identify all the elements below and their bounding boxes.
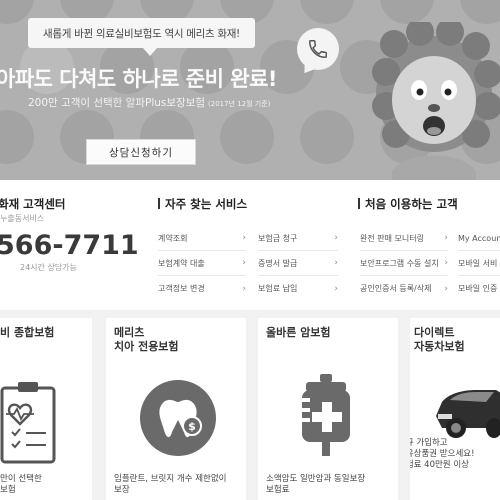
first-time-link[interactable]: 모바일 인증: [458, 276, 500, 301]
first-time-link[interactable]: 완전 판매 모니터링 ›: [360, 226, 448, 251]
first-time-link-label: 공인인증서 등록/삭제: [360, 284, 432, 293]
first-time-link[interactable]: My Account: [458, 226, 500, 251]
chevron-right-icon: ›: [334, 258, 338, 268]
faq-link-label: 보험계약 대출: [158, 258, 205, 268]
card-title-line: 다이렉트: [414, 326, 455, 339]
card-desc-line: 소액암도 일반암과 동일보장: [266, 474, 366, 484]
banner-subline-text: 200만 고객이 선택한 알파Plus보장보험: [28, 97, 206, 109]
phone-icon: [309, 40, 327, 58]
card-title-line: 치아 전용보험: [114, 340, 179, 353]
faq-link[interactable]: 보험료 납입 ›: [258, 276, 338, 301]
first-time-link-label: 모바일 인증: [458, 284, 498, 293]
faq-services-heading: 자주 찾는 서비스: [158, 196, 247, 212]
card-description: 만이 선택한 보험: [0, 474, 42, 496]
first-time-list-1: 완전 판매 모니터링 › 보안프로그램 수동 설치 › 공인인증서 등록/삭제 ›: [360, 226, 448, 301]
card-desc-line: 보장: [114, 485, 130, 495]
faq-link[interactable]: 계약조회 ›: [158, 226, 246, 251]
lion-mascot-illustration: [372, 22, 500, 180]
faq-link[interactable]: 고객정보 변경 ›: [158, 276, 246, 301]
card-title-line: 메리츠: [114, 326, 145, 339]
first-time-heading: 처음 이용하는 고객: [358, 196, 458, 212]
first-time-list-2: My Account 모바일 서비 모바일 인증: [458, 226, 500, 301]
card-desc-line: 주유상품권 받으세요!: [410, 449, 475, 459]
tooth-icon: $: [140, 380, 216, 456]
faq-link[interactable]: 증명서 발급 ›: [258, 251, 338, 276]
product-card-medical[interactable]: 비 종합보험 만이 선택한 보험: [0, 318, 92, 500]
chevron-right-icon: ›: [334, 283, 338, 294]
faq-services-list-1: 계약조회 › 보험계약 대출 › 고객정보 변경 ›: [158, 226, 246, 301]
customer-center-title: 화재 고객센터: [0, 197, 66, 211]
card-title: 메리츠 치아 전용보험: [114, 326, 179, 354]
customer-center-phone[interactable]: 566-7711: [0, 230, 139, 261]
page: 새롭게 바뀐 의료실비보험도 역시 메리츠 화재! 아파도 다쳐도 하나로 준비…: [0, 0, 500, 500]
card-desc-line: 신규 가입하고: [410, 438, 448, 448]
svg-text:$: $: [188, 420, 196, 433]
faq-link[interactable]: 보험금 청구 ›: [258, 226, 338, 251]
card-title-line: 올바른 암보험: [266, 326, 331, 339]
card-title-line: 자동차보험: [414, 340, 465, 353]
consult-request-button[interactable]: 상담신청하기: [86, 139, 196, 165]
first-time-link[interactable]: 보안프로그램 수동 설치 ›: [360, 251, 448, 276]
hero-banner: 새롭게 바뀐 의료실비보험도 역시 메리츠 화재! 아파도 다쳐도 하나로 준비…: [0, 0, 500, 180]
customer-center-hours: 24시간 상담가능: [20, 263, 77, 272]
banner-subline-note: (2017년 12월 기준): [208, 100, 271, 108]
first-time-link-label: 완전 판매 모니터링: [360, 233, 424, 243]
promo-speech-bubble: 새롭게 바뀐 의료실비보험도 역시 메리츠 화재!: [28, 18, 255, 56]
card-desc-line: 만이 선택한: [0, 474, 42, 484]
faq-services-title: 자주 찾는 서비스: [165, 197, 248, 211]
tooth-dollar-icon: $: [159, 399, 202, 438]
chevron-right-icon: ›: [444, 233, 448, 243]
card-title-line: 비 종합보험: [0, 326, 55, 339]
clipboard-heart-icon: [0, 382, 56, 464]
banner-headline: 아파도 다쳐도 하나로 준비 완료!: [0, 67, 277, 91]
first-time-link-label: 모바일 서비: [458, 258, 498, 268]
card-title: 다이렉트 자동차보험: [414, 326, 465, 354]
faq-link-label: 보험료 납입: [258, 284, 298, 293]
card-desc-line: 보험료 40만원 이상: [410, 460, 469, 470]
first-time-link-label: 보안프로그램 수동 설치: [360, 258, 439, 268]
faq-services-list-2: 보험금 청구 › 증명서 발급 › 보험료 납입 ›: [258, 226, 338, 301]
faq-link-label: 계약조회: [158, 233, 188, 243]
chevron-right-icon: ›: [242, 283, 246, 294]
product-card-dental[interactable]: 메리츠 치아 전용보험 $ 임플란트, 브릿지 개수 제한없이 보장: [106, 318, 246, 500]
first-time-link[interactable]: 모바일 서비: [458, 251, 500, 276]
card-desc-line: 보험료: [266, 485, 290, 495]
card-description: 임플란트, 브릿지 개수 제한없이 보장: [114, 474, 226, 496]
card-desc-line: 임플란트, 브릿지 개수 제한없이: [114, 474, 227, 484]
chevron-right-icon: ›: [242, 233, 246, 243]
car-illustration: [436, 390, 500, 438]
iv-blood-bag-icon: [302, 374, 350, 456]
faq-link-label: 보험금 청구: [258, 233, 298, 243]
banner-subline: 200만 고객이 선택한 알파Plus보장보험 (2017년 12월 기준): [28, 95, 270, 110]
customer-center-subtitle: 누출동서비스: [0, 214, 45, 223]
faq-link[interactable]: 보험계약 대출 ›: [158, 251, 246, 276]
first-time-link-label: My Account: [458, 233, 500, 243]
chevron-right-icon: ›: [444, 258, 448, 268]
first-time-link[interactable]: 공인인증서 등록/삭제 ›: [360, 276, 448, 301]
phone-call-bubble: [297, 28, 339, 70]
card-title: 올바른 암보험: [266, 326, 331, 340]
card-desc-line: 보험: [0, 485, 16, 495]
faq-link-label: 증명서 발급: [258, 258, 298, 268]
card-description: 소액암도 일반암과 동일보장 보험료: [266, 474, 365, 496]
product-card-auto[interactable]: 다이렉트 자동차보험 신규 가입하고 주유상품권 받으세요! 보험료 40만원 …: [410, 318, 500, 500]
card-title: 비 종합보험: [0, 326, 54, 340]
first-time-title: 처음 이용하는 고객: [365, 197, 458, 211]
chevron-right-icon: ›: [242, 258, 246, 268]
faq-link-label: 고객정보 변경: [158, 284, 205, 293]
chevron-right-icon: ›: [444, 283, 448, 294]
chevron-right-icon: ›: [334, 233, 338, 243]
heading-bar: [158, 198, 160, 209]
heading-bar: [358, 198, 360, 209]
product-card-cancer[interactable]: 올바른 암보험 소액암도 일반암과 동일보장 보험료: [258, 318, 398, 500]
card-description: 신규 가입하고 주유상품권 받으세요! 보험료 40만원 이상: [410, 438, 475, 471]
